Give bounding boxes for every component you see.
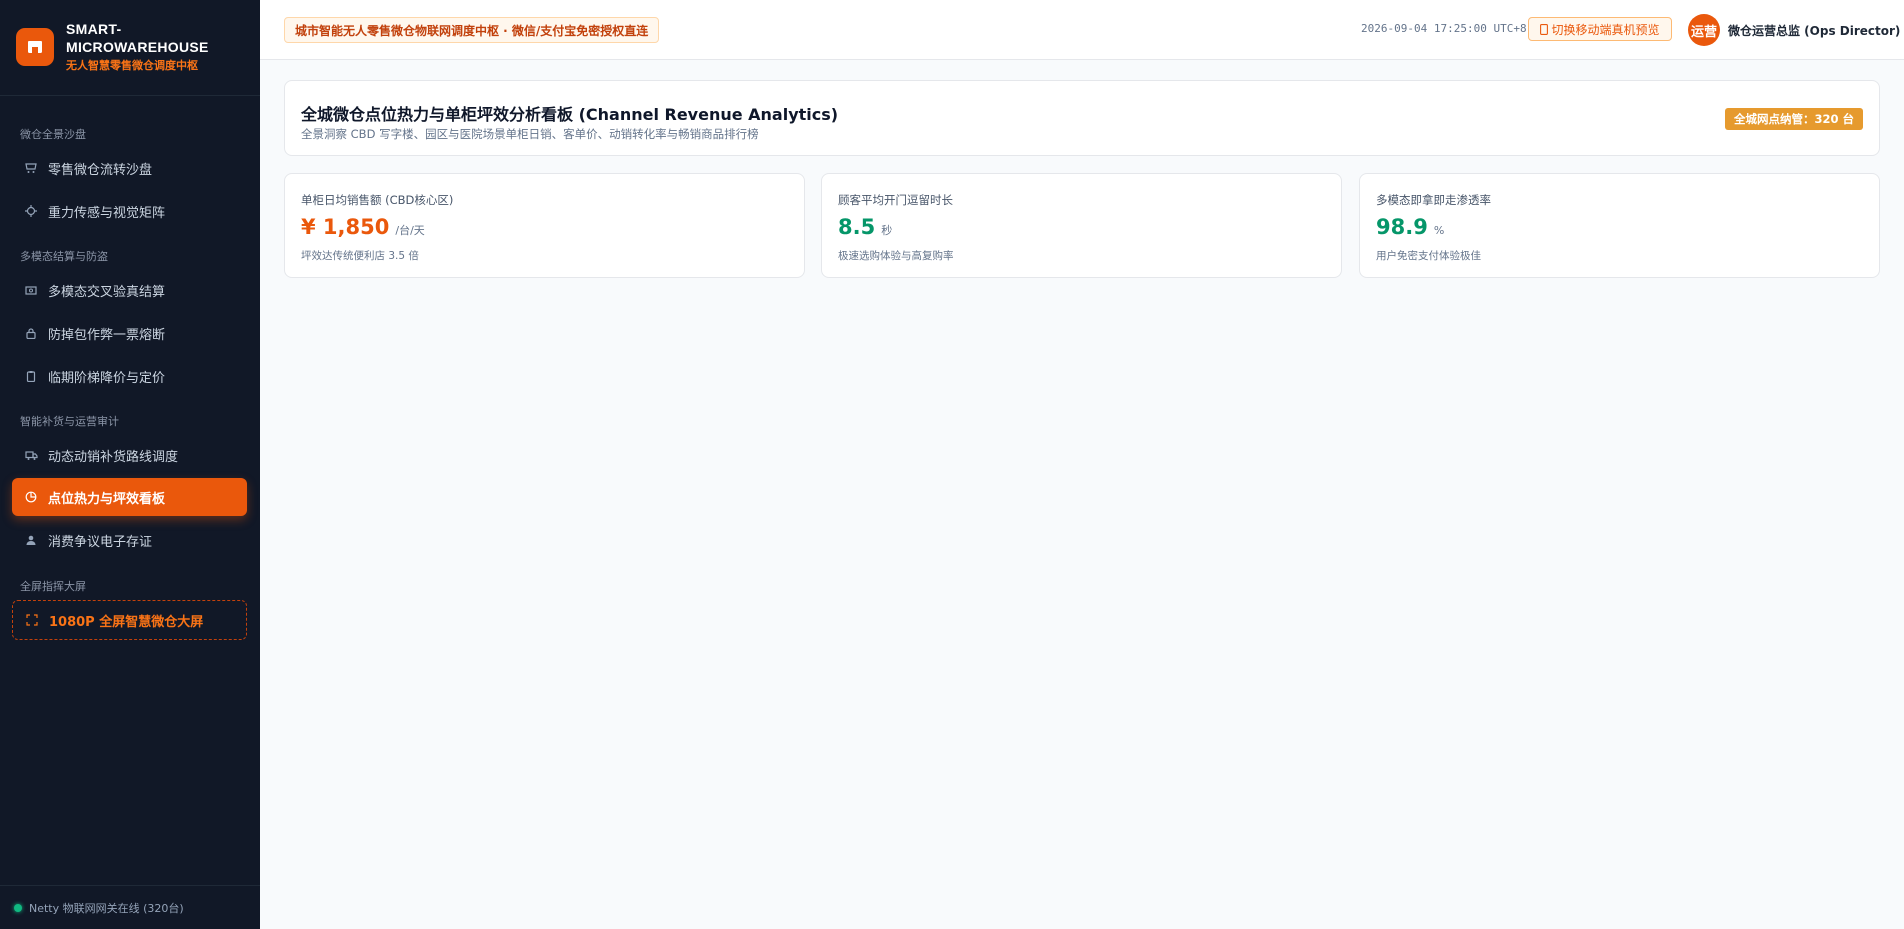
- sidebar-item-label: 重力传感与视觉矩阵: [48, 205, 166, 221]
- kpi-card-dwell-time: 顾客平均开门逗留时长 8.5 秒 极速选购体验与高复购率: [821, 173, 1342, 278]
- sidebar-item-label: 动态动销补货路线调度: [48, 449, 179, 465]
- sidebar-item-label: 消费争议电子存证: [48, 534, 153, 550]
- sidebar-item-heatmap-dashboard[interactable]: 点位热力与坪效看板: [12, 478, 247, 516]
- nav-group-settlement: 多模态结算与防盗: [20, 250, 108, 263]
- sidebar-item-label: 多模态交叉验真结算: [48, 284, 166, 300]
- kpi-note: 用户免密支付体验极佳: [1376, 250, 1481, 262]
- clipboard-icon: [24, 369, 38, 383]
- mobile-preview-label: 切换移动端真机预览: [1551, 22, 1660, 37]
- kpi-label: 单柜日均销售额 (CBD核心区): [301, 193, 454, 207]
- sidebar-item-retail-sandbox[interactable]: 零售微仓流转沙盘: [12, 149, 247, 187]
- nav-group-sandbox: 微仓全景沙盘: [20, 128, 86, 141]
- truck-icon: [24, 448, 38, 462]
- lock-icon: [24, 326, 38, 340]
- managed-sites-badge: 全城网点纳管：320 台: [1724, 108, 1863, 130]
- kpi-value: 8.5: [838, 215, 876, 239]
- notice-banner: 城市智能无人零售微仓物联网调度中枢 · 微信/支付宝免密授权直连: [284, 17, 660, 43]
- user-icon: [24, 533, 38, 547]
- sidebar: SMART-MICROWAREHOUSE 无人智慧零售微仓调度中枢 微仓全景沙盘…: [0, 0, 260, 929]
- kpi-unit: 秒: [881, 224, 893, 237]
- kpi-value: ¥ 1,850: [301, 215, 390, 239]
- nav-group-replenishment: 智能补货与运营审计: [20, 415, 119, 428]
- sidebar-item-fullscreen-dashboard[interactable]: 1080P 全屏智慧微仓大屏: [12, 600, 247, 640]
- cash-icon: [24, 283, 38, 297]
- user-name[interactable]: 微仓运营总监 (Ops Director): [1728, 22, 1900, 39]
- sidebar-item-label: 临期阶梯降价与定价: [48, 370, 166, 386]
- sidebar-item-expiry-pricing[interactable]: 临期阶梯降价与定价: [12, 357, 247, 395]
- brand: SMART-MICROWAREHOUSE 无人智慧零售微仓调度中枢: [0, 0, 260, 96]
- kpi-value: 98.9: [1376, 215, 1428, 239]
- sidebar-item-cross-settlement[interactable]: 多模态交叉验真结算: [12, 271, 247, 309]
- brand-subtitle: 无人智慧零售微仓调度中枢: [66, 59, 198, 72]
- gateway-status: Netty 物联网网关在线 (320台): [0, 885, 260, 929]
- dashboard-header: 全城微仓点位热力与单柜坪效分析看板 (Channel Revenue Analy…: [284, 80, 1880, 156]
- avatar[interactable]: 运营: [1688, 14, 1720, 46]
- fullscreen-icon: [25, 613, 39, 627]
- page-title: 全城微仓点位热力与单柜坪效分析看板 (Channel Revenue Analy…: [301, 105, 839, 124]
- topbar: 城市智能无人零售微仓物联网调度中枢 · 微信/支付宝免密授权直连 2026-09…: [260, 0, 1904, 60]
- kpi-unit: %: [1433, 224, 1445, 237]
- mobile-preview-button[interactable]: 切换移动端真机预览: [1528, 17, 1672, 41]
- datetime-display: 2026-09-04 17:25:00 UTC+8: [1361, 22, 1527, 35]
- kpi-value-wrap: 98.9%: [1376, 215, 1444, 239]
- kpi-value-wrap: 8.5 秒: [838, 215, 892, 239]
- sidebar-item-label: 零售微仓流转沙盘: [48, 162, 153, 178]
- gateway-status-text: Netty 物联网网关在线 (320台): [29, 901, 184, 915]
- page-subtitle: 全景洞察 CBD 写字楼、园区与医院场景单柜日销、客单价、动销转化率与畅销商品排…: [301, 127, 759, 141]
- sidebar-item-label: 点位热力与坪效看板: [48, 491, 166, 507]
- sidebar-item-label: 防掉包作弊一票熔断: [48, 327, 166, 343]
- kpi-card-penetration-rate: 多模态即拿即走渗透率 98.9% 用户免密支付体验极佳: [1359, 173, 1880, 278]
- sidebar-item-gravity-vision[interactable]: 重力传感与视觉矩阵: [12, 192, 247, 230]
- sensor-icon: [24, 204, 38, 218]
- sidebar-item-anti-fraud[interactable]: 防掉包作弊一票熔断: [12, 314, 247, 352]
- store-logo-icon: [16, 28, 54, 66]
- kpi-note: 坪效达传统便利店 3.5 倍: [301, 250, 419, 262]
- nav-group-command-screen: 全屏指挥大屏: [20, 580, 86, 593]
- kpi-label: 顾客平均开门逗留时长: [838, 193, 953, 207]
- sidebar-item-replenish-route[interactable]: 动态动销补货路线调度: [12, 436, 247, 474]
- kpi-note: 极速选购体验与高复购率: [838, 250, 954, 262]
- brand-title: SMART-MICROWAREHOUSE: [66, 21, 209, 55]
- sidebar-item-label: 1080P 全屏智慧微仓大屏: [49, 614, 204, 630]
- kpi-value-wrap: ¥ 1,850/台/天: [301, 215, 425, 239]
- online-status-icon: [14, 903, 22, 912]
- kpi-label: 多模态即拿即走渗透率: [1376, 193, 1491, 207]
- storefront-icon: [24, 161, 38, 175]
- kpi-unit: /台/天: [395, 224, 425, 237]
- sidebar-item-dispute-evidence[interactable]: 消费争议电子存证: [12, 521, 247, 559]
- pie-chart-icon: [24, 490, 38, 504]
- kpi-card-daily-sales: 单柜日均销售额 (CBD核心区) ¥ 1,850/台/天 坪效达传统便利店 3.…: [284, 173, 805, 278]
- phone-icon: [1540, 23, 1549, 35]
